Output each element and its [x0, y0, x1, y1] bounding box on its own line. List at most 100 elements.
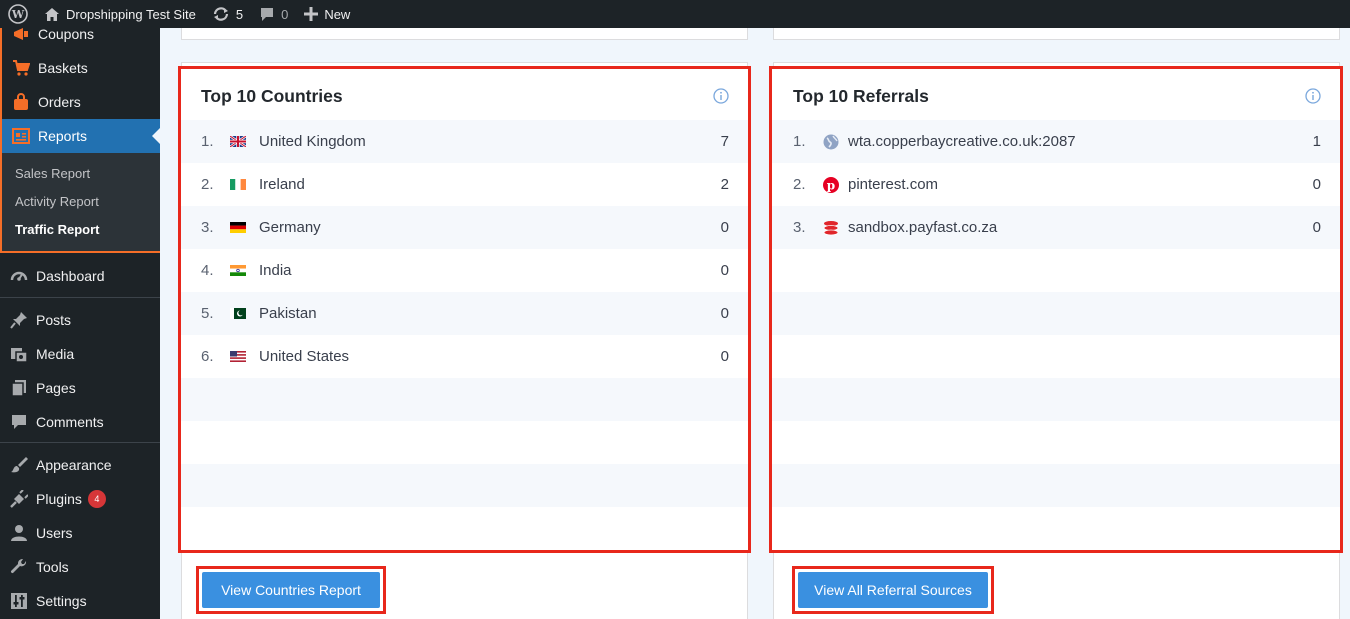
plugins-update-badge: 4	[87, 490, 106, 508]
menu-item-settings[interactable]: Settings	[0, 584, 160, 618]
submenu-activity-report[interactable]: Activity Report	[2, 187, 160, 215]
top-referrals-title: Top 10 Referrals	[793, 86, 929, 106]
menu-item-media[interactable]: Media	[0, 337, 160, 371]
visit-count: 0	[1312, 176, 1321, 193]
ireland-flag-icon	[230, 179, 246, 190]
country-row: 4. India 0	[181, 249, 748, 292]
referral-source[interactable]: wta.copperbaycreative.co.uk:2087	[848, 133, 1313, 150]
wordpress-logo-icon[interactable]: W	[0, 0, 36, 28]
globe-icon	[823, 134, 839, 149]
previous-widget-bottom-right	[773, 28, 1340, 40]
menu-label-pages: Pages	[36, 380, 76, 396]
rank: 1.	[793, 133, 806, 150]
empty-row	[181, 464, 748, 507]
menu-item-orders[interactable]: Orders	[2, 85, 160, 119]
menu-label-plugins: Plugins	[36, 491, 82, 507]
report-icon	[11, 126, 31, 146]
rank: 2.	[793, 176, 806, 193]
menu-label-comments: Comments	[36, 414, 104, 430]
germany-flag-icon	[230, 222, 246, 233]
menu-label-reports: Reports	[38, 128, 88, 144]
visit-count: 0	[720, 262, 729, 279]
visit-count: 7	[720, 133, 729, 150]
info-icon[interactable]	[713, 88, 729, 104]
rank: 3.	[793, 219, 806, 236]
referrals-list: 1. wta.copperbaycreative.co.uk:2087 1 2.…	[772, 120, 1340, 507]
referral-source[interactable]: sandbox.payfast.co.za	[848, 219, 1313, 236]
visit-count: 0	[720, 305, 729, 322]
menu-label-orders: Orders	[38, 94, 81, 110]
home-icon	[44, 7, 60, 22]
empty-row	[772, 464, 1340, 507]
empty-row	[772, 249, 1340, 292]
woocommerce-menu-group: Coupons Baskets Orders Reports Sales Rep…	[0, 17, 160, 253]
submenu-sales-report[interactable]: Sales Report	[2, 159, 160, 187]
menu-item-tools[interactable]: Tools	[0, 550, 160, 584]
country-row: 1. United Kingdom 7	[181, 120, 748, 163]
country-row: 5. Pakistan 0	[181, 292, 748, 335]
new-content-link[interactable]: New	[296, 0, 358, 28]
paintbrush-icon	[9, 455, 29, 475]
visit-count: 0	[720, 348, 729, 365]
country-name: United Kingdom	[259, 133, 366, 150]
country-name: India	[259, 262, 292, 279]
rank: 3.	[201, 219, 214, 236]
empty-row	[772, 335, 1340, 378]
comments-count: 0	[281, 6, 289, 22]
menu-item-users[interactable]: Users	[0, 516, 160, 550]
referral-source[interactable]: pinterest.com	[848, 176, 1313, 193]
site-name: Dropshipping Test Site	[66, 6, 196, 22]
empty-row	[772, 292, 1340, 335]
visit-count: 0	[1312, 219, 1321, 236]
menu-item-dashboard[interactable]: Dashboard	[0, 259, 160, 293]
country-name: Ireland	[259, 176, 305, 193]
usa-flag-icon	[230, 351, 246, 362]
uk-flag-icon	[230, 136, 246, 147]
menu-item-appearance[interactable]: Appearance	[0, 448, 160, 482]
menu-item-baskets[interactable]: Baskets	[2, 51, 160, 85]
menu-label-baskets: Baskets	[38, 60, 88, 76]
plus-icon	[304, 7, 319, 21]
menu-label-tools: Tools	[36, 559, 69, 575]
pushpin-icon	[9, 310, 29, 330]
site-name-link[interactable]: Dropshipping Test Site	[36, 0, 204, 28]
menu-item-pages[interactable]: Pages	[0, 371, 160, 405]
dashboard-gauge-icon	[9, 266, 29, 286]
menu-item-plugins[interactable]: Plugins 4	[0, 482, 160, 516]
empty-row	[772, 378, 1340, 421]
referral-row: 2. p pinterest.com 0	[772, 163, 1340, 206]
svg-text:p: p	[827, 178, 835, 192]
menu-item-posts[interactable]: Posts	[0, 303, 160, 337]
svg-text:W: W	[11, 8, 25, 21]
updates-link[interactable]: 5	[204, 0, 251, 28]
reports-submenu: Sales Report Activity Report Traffic Rep…	[2, 153, 160, 251]
view-countries-report-button[interactable]: View Countries Report	[202, 572, 380, 608]
countries-button-highlight: View Countries Report	[196, 566, 386, 614]
updates-icon	[212, 6, 230, 22]
pinterest-icon: p	[823, 176, 839, 193]
plug-icon	[9, 489, 29, 509]
top-referrals-panel: Top 10 Referrals 1. wta.copperbaycreativ…	[769, 66, 1343, 553]
referral-row: 3. sandbox.payfast.co.za 0	[772, 206, 1340, 249]
submenu-traffic-report[interactable]: Traffic Report	[2, 215, 160, 243]
previous-widget-bottom-left	[181, 28, 748, 40]
cart-icon	[11, 58, 31, 78]
view-all-referral-sources-button[interactable]: View All Referral Sources	[798, 572, 988, 608]
country-name: United States	[259, 348, 350, 365]
pakistan-flag-icon	[230, 308, 246, 319]
payfast-icon	[823, 220, 839, 235]
visit-count: 1	[1312, 133, 1321, 150]
menu-label-media: Media	[36, 346, 75, 362]
country-row: 6. United States 0	[181, 335, 748, 378]
menu-label-dashboard: Dashboard	[36, 268, 105, 284]
comments-link[interactable]: 0	[251, 0, 296, 28]
pages-icon	[9, 378, 29, 398]
menu-label-posts: Posts	[36, 312, 72, 328]
comment-bubble-icon	[259, 7, 275, 22]
menu-item-comments[interactable]: Comments	[0, 405, 160, 439]
rank: 6.	[201, 348, 214, 365]
menu-label-settings: Settings	[36, 593, 87, 609]
info-icon[interactable]	[1305, 88, 1321, 104]
country-name: Germany	[259, 219, 321, 236]
menu-item-reports[interactable]: Reports	[2, 119, 160, 153]
